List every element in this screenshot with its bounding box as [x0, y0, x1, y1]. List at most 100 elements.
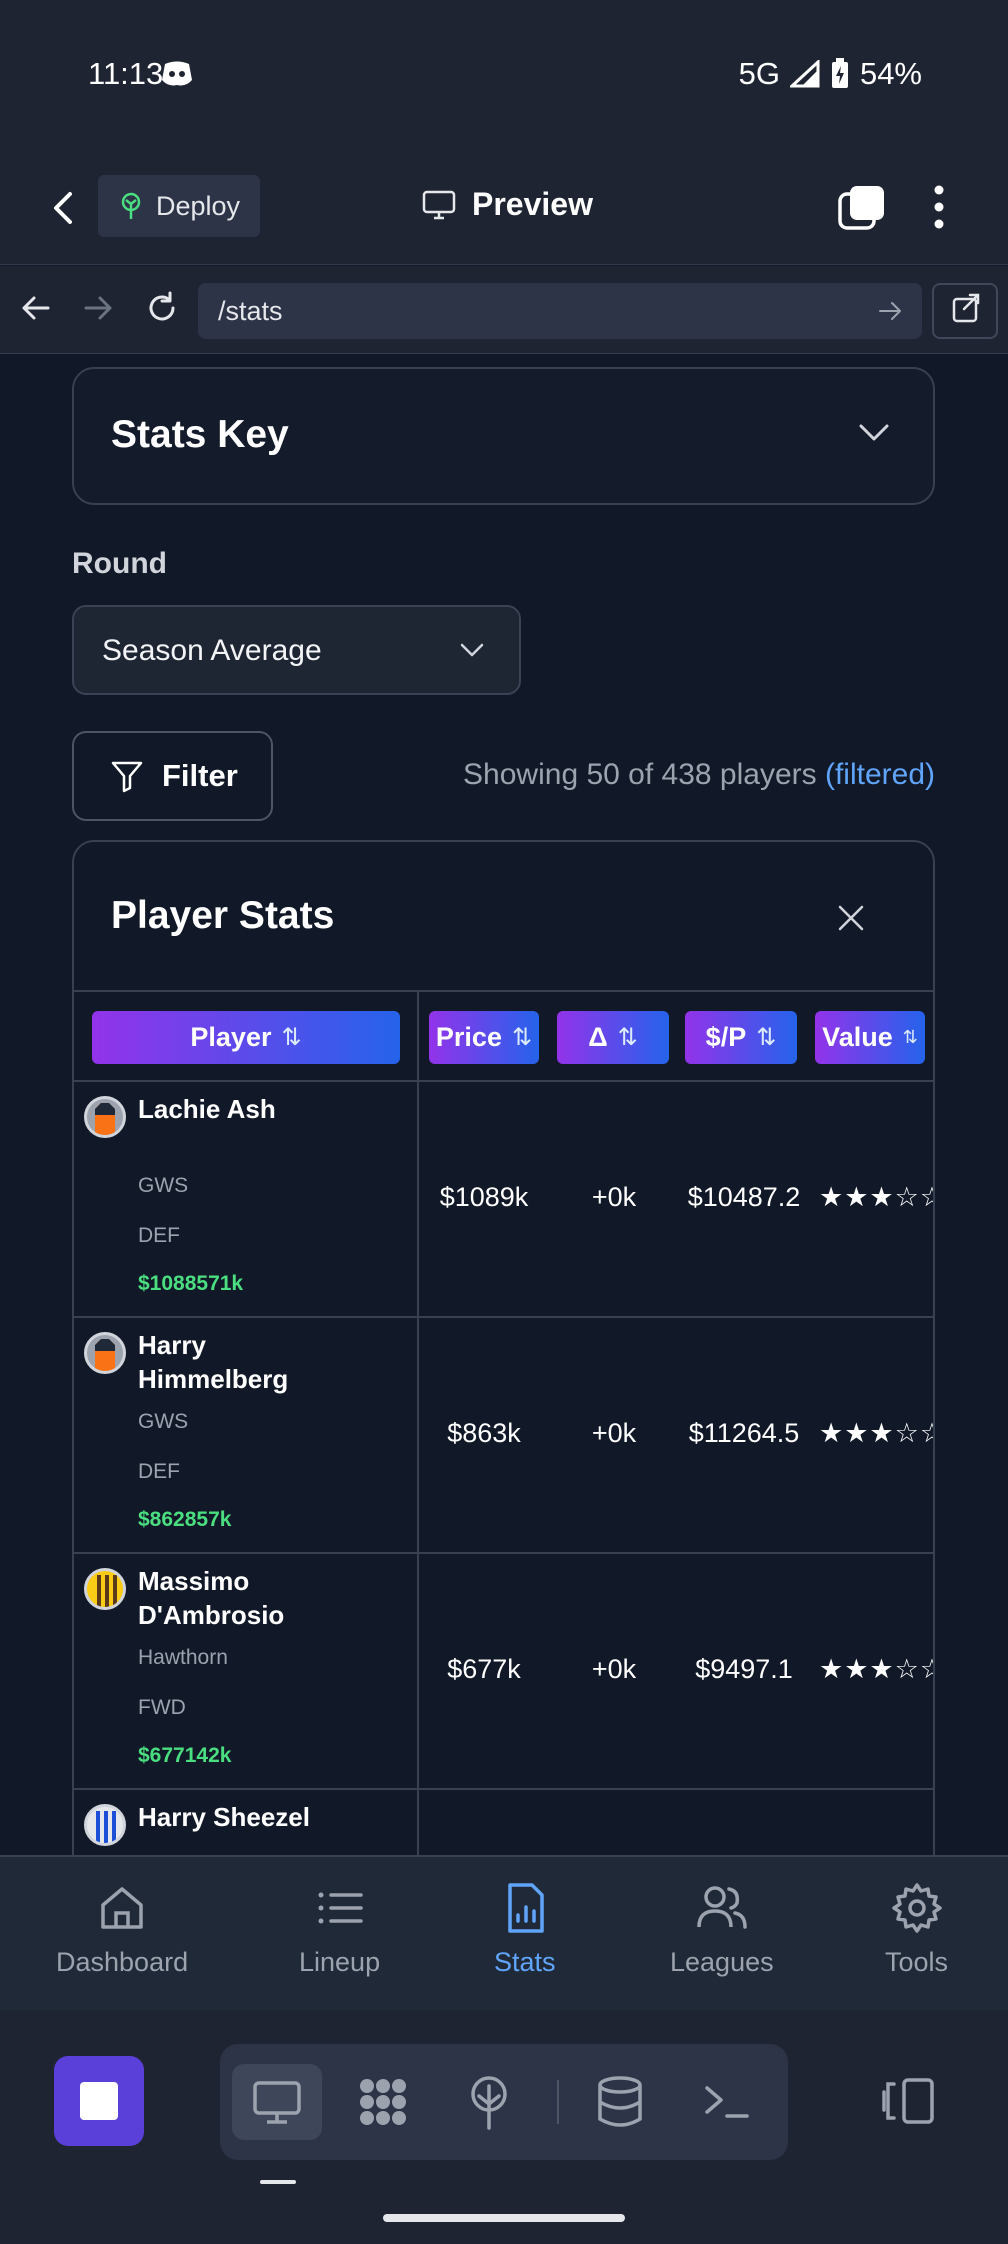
- sort-player-button[interactable]: Player ⇅: [92, 1011, 400, 1064]
- delta-cell: +0k: [591, 1418, 637, 1448]
- discord-notification-icon: [162, 61, 192, 86]
- database-icon: [598, 2076, 642, 2127]
- player-avatar: [84, 1096, 126, 1138]
- showing-count: Showing 50 of 438 players (filtered): [463, 758, 935, 792]
- bottom-nav: Dashboard Lineup Stats Leagues Tools: [0, 1855, 1008, 2010]
- nav-label: Leagues: [670, 1947, 774, 1977]
- stop-button[interactable]: [54, 2056, 144, 2146]
- deploy-label: Deploy: [156, 190, 241, 221]
- table-row[interactable]: Harry Sheezel: [74, 1790, 933, 1855]
- dock-database-button[interactable]: [575, 2064, 665, 2140]
- table-row[interactable]: Massimo D'Ambrosio Hawthorn FWD $677142k…: [74, 1554, 935, 1790]
- stats-key-accordion[interactable]: Stats Key: [72, 367, 935, 505]
- sort-delta-button[interactable]: Δ ⇅: [557, 1011, 669, 1064]
- users-icon: [697, 1886, 747, 1929]
- signal-icon: [789, 60, 820, 88]
- round-label: Round: [72, 547, 167, 580]
- dock-workflow-button[interactable]: [338, 2064, 428, 2140]
- go-arrow-icon[interactable]: [876, 297, 904, 325]
- player-name[interactable]: Harry Himmelberg: [138, 1328, 318, 1396]
- nav-tools[interactable]: Tools: [885, 1881, 948, 1978]
- reload-icon[interactable]: [144, 290, 180, 326]
- close-icon[interactable]: [837, 904, 865, 932]
- round-selected-value: Season Average: [102, 634, 322, 667]
- delta-cell: +0k: [591, 1182, 637, 1212]
- battery-icon: [831, 58, 848, 88]
- preview-label: Preview: [472, 186, 593, 222]
- status-bar: 11:13 5G 54%: [0, 0, 1008, 150]
- status-indicators: 5G 54%: [739, 56, 922, 92]
- sp-cell: $11264.5: [688, 1418, 800, 1448]
- player-exact-price: $862857k: [138, 1508, 232, 1531]
- monitor-icon: [253, 2081, 301, 2124]
- value-stars: ★★★☆☆: [819, 1654, 935, 1684]
- filter-label: Filter: [162, 758, 238, 793]
- sp-cell: $9497.1: [695, 1654, 793, 1684]
- preview-tab[interactable]: Preview: [422, 186, 593, 223]
- workspace-dock: [0, 2010, 1008, 2244]
- terminal-icon: [705, 2086, 749, 2118]
- browser-back-icon[interactable]: [18, 290, 54, 326]
- player-name[interactable]: Lachie Ash: [138, 1092, 318, 1126]
- table-row[interactable]: Harry Himmelberg GWS DEF $862857k $863k …: [74, 1318, 935, 1554]
- active-indicator: [260, 2180, 296, 2184]
- dock-terminal-button[interactable]: [682, 2064, 772, 2140]
- player-name[interactable]: Massimo D'Ambrosio: [138, 1564, 318, 1632]
- sort-sp-button[interactable]: $/P ⇅: [685, 1011, 797, 1064]
- dock-tool-group: [220, 2044, 788, 2160]
- nav-label: Stats: [494, 1947, 556, 1977]
- table-row[interactable]: Lachie Ash GWS DEF $1088571k $1089k +0k …: [74, 1082, 935, 1318]
- player-avatar: [84, 1332, 126, 1374]
- dock-preview-button[interactable]: [232, 2064, 322, 2140]
- tabs-icon[interactable]: [838, 184, 886, 230]
- player-stats-card: Player Stats Player ⇅ Price ⇅ Δ ⇅ $/P ⇅ …: [72, 840, 935, 1855]
- player-position: DEF: [138, 1460, 180, 1483]
- player-avatar: [84, 1804, 126, 1846]
- battery-percent: 54%: [859, 56, 922, 91]
- value-column-label: Value: [822, 1022, 893, 1052]
- dock-separator: [557, 2080, 559, 2124]
- split-view-icon[interactable]: [880, 2076, 936, 2126]
- filtered-link[interactable]: (filtered): [825, 758, 935, 791]
- nav-label: Tools: [885, 1947, 949, 1977]
- sort-value-button[interactable]: Value ⇅: [815, 1011, 925, 1064]
- player-name[interactable]: Harry Sheezel: [138, 1800, 318, 1834]
- filter-button[interactable]: Filter: [72, 731, 273, 821]
- player-team: Hawthorn: [138, 1646, 228, 1669]
- page-content: Stats Key Round Season Average Filter Sh…: [0, 355, 1008, 1855]
- home-icon: [101, 1887, 143, 1929]
- nav-dashboard[interactable]: Dashboard: [56, 1881, 188, 1978]
- value-stars: ★★★☆☆: [819, 1182, 935, 1212]
- monitor-icon: [422, 190, 456, 219]
- sort-icon: ⇅: [756, 1024, 777, 1051]
- deploy-button[interactable]: Deploy: [98, 175, 260, 237]
- url-input[interactable]: /stats: [198, 283, 922, 339]
- sort-price-button[interactable]: Price ⇅: [429, 1011, 539, 1064]
- value-stars: ★★★☆☆: [819, 1418, 935, 1448]
- sort-icon: ⇅: [511, 1024, 533, 1051]
- sp-cell: $10487.2: [687, 1182, 801, 1212]
- player-position: DEF: [138, 1224, 180, 1247]
- player-stats-title: Player Stats: [111, 894, 335, 937]
- more-vertical-icon[interactable]: [924, 184, 954, 230]
- nav-lineup[interactable]: Lineup: [299, 1881, 380, 1978]
- browser-forward-icon[interactable]: [80, 290, 116, 326]
- nav-label: Lineup: [299, 1947, 381, 1977]
- open-external-button[interactable]: [932, 283, 998, 339]
- player-position: FWD: [138, 1696, 186, 1719]
- price-column-label: Price: [435, 1022, 502, 1052]
- chevron-down-icon: [859, 424, 889, 441]
- table-header: Player ⇅ Price ⇅ Δ ⇅ $/P ⇅ Value ⇅: [74, 990, 933, 1082]
- app-header: Deploy Preview: [0, 150, 1008, 265]
- deploy-icon: [471, 2076, 507, 2130]
- showing-text: Showing 50 of 438 players: [463, 758, 817, 791]
- filter-icon: [111, 761, 143, 793]
- dock-deploy-button[interactable]: [444, 2064, 534, 2140]
- player-avatar: [84, 1568, 126, 1610]
- round-select[interactable]: Season Average: [72, 605, 521, 695]
- back-arrow-icon[interactable]: [44, 186, 84, 230]
- home-indicator[interactable]: [383, 2214, 625, 2222]
- nav-leagues[interactable]: Leagues: [670, 1881, 774, 1978]
- sort-icon: ⇅: [281, 1024, 302, 1051]
- nav-stats[interactable]: Stats: [494, 1881, 556, 1978]
